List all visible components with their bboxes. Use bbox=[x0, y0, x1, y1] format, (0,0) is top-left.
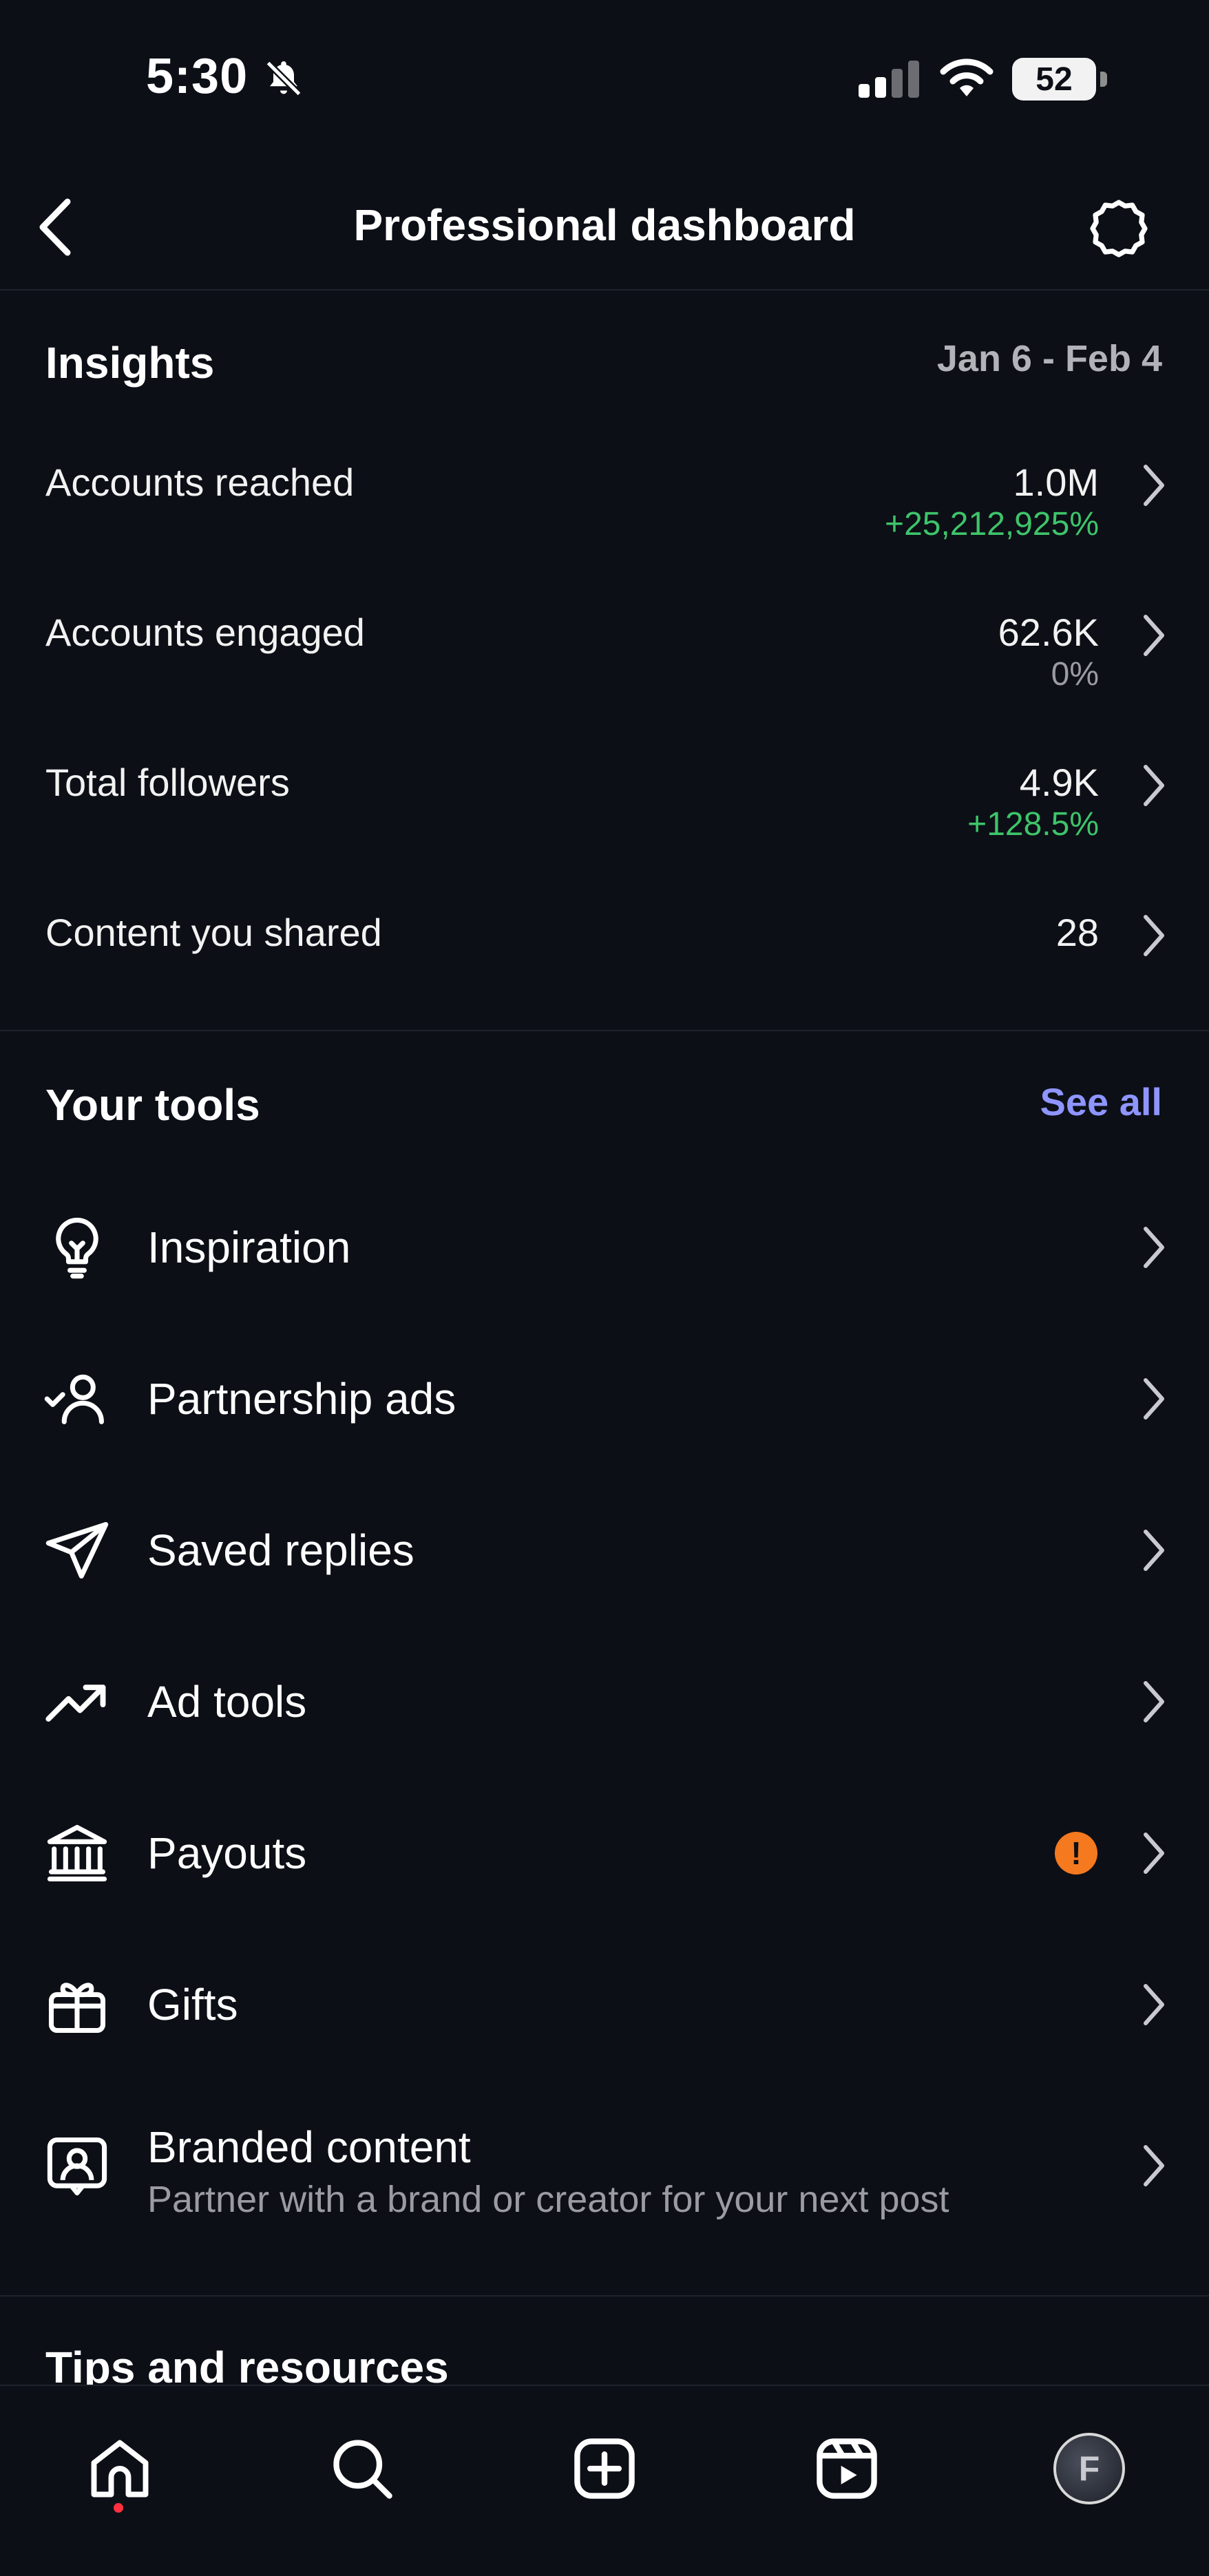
notification-dot bbox=[114, 2503, 123, 2513]
trend-up-icon bbox=[45, 1685, 106, 1722]
tool-partnership-ads[interactable]: Partnership ads bbox=[0, 1323, 1209, 1475]
tool-label: Ad tools bbox=[147, 1677, 307, 1727]
chevron-right-icon bbox=[1144, 2145, 1164, 2186]
search-icon bbox=[333, 2440, 392, 2499]
insight-value: 62.6K bbox=[998, 611, 1099, 654]
battery-level: 52 bbox=[1035, 61, 1073, 98]
chevron-right-icon bbox=[1144, 1833, 1164, 1874]
chevron-right-icon bbox=[1144, 1681, 1164, 1722]
tool-branded-content[interactable]: Branded content Partner with a brand or … bbox=[0, 2090, 1209, 2241]
tools-heading: Your tools bbox=[45, 1080, 260, 1130]
chevron-right-icon bbox=[1144, 465, 1164, 506]
alert-badge: ! bbox=[1055, 1832, 1097, 1875]
chevron-right-icon bbox=[1144, 915, 1164, 956]
create-icon bbox=[574, 2438, 635, 2499]
gift-icon bbox=[48, 1983, 106, 2034]
insight-label: Total followers bbox=[45, 761, 290, 804]
nav-reels[interactable] bbox=[799, 2420, 895, 2517]
chevron-right-icon bbox=[1144, 615, 1164, 656]
insight-label: Accounts reached bbox=[45, 461, 355, 504]
insight-change: +25,212,925% bbox=[885, 506, 1099, 542]
chevron-right-icon bbox=[1144, 1227, 1164, 1268]
nav-profile[interactable]: F bbox=[1041, 2420, 1137, 2517]
insight-row-total-followers[interactable]: Total followers 4.9K +128.5% bbox=[0, 734, 1209, 872]
partnership-icon bbox=[44, 1374, 104, 1424]
tool-gifts[interactable]: Gifts bbox=[0, 1929, 1209, 2080]
tool-saved-replies[interactable]: Saved replies bbox=[0, 1475, 1209, 1626]
insight-change: 0% bbox=[1051, 656, 1099, 693]
tool-label: Gifts bbox=[147, 1980, 238, 2029]
tool-label: Branded content bbox=[147, 2122, 471, 2172]
chevron-right-icon bbox=[1144, 765, 1164, 806]
chevron-right-icon bbox=[1144, 1984, 1164, 2025]
tool-label: Saved replies bbox=[147, 1525, 414, 1575]
bottom-nav: F bbox=[0, 2385, 1209, 2576]
paper-plane-icon bbox=[45, 1521, 109, 1579]
insights-heading: Insights bbox=[45, 338, 215, 388]
nav-home[interactable] bbox=[72, 2420, 168, 2517]
insight-value: 28 bbox=[1055, 911, 1099, 954]
avatar: F bbox=[1053, 2433, 1125, 2504]
tool-label: Inspiration bbox=[147, 1223, 351, 1272]
tool-sublabel: Partner with a brand or creator for your… bbox=[147, 2179, 949, 2220]
status-time: 5:30 bbox=[146, 49, 249, 104]
tool-label: Payouts bbox=[147, 1828, 307, 1878]
wifi-icon bbox=[938, 56, 996, 101]
header-divider bbox=[0, 289, 1209, 291]
bank-icon bbox=[47, 1824, 107, 1882]
reels-icon bbox=[817, 2438, 877, 2499]
insight-row-accounts-engaged[interactable]: Accounts engaged 62.6K 0% bbox=[0, 584, 1209, 721]
chevron-right-icon bbox=[1144, 1530, 1164, 1571]
see-all-link[interactable]: See all bbox=[1040, 1079, 1162, 1124]
insight-label: Content you shared bbox=[45, 911, 382, 954]
home-icon bbox=[91, 2440, 149, 2498]
insight-value: 4.9K bbox=[1019, 761, 1099, 804]
gear-icon bbox=[1090, 200, 1148, 257]
chevron-right-icon bbox=[1144, 1378, 1164, 1419]
battery-indicator: 52 bbox=[1012, 58, 1107, 101]
tool-inspiration[interactable]: Inspiration bbox=[0, 1172, 1209, 1323]
insight-label: Accounts engaged bbox=[45, 611, 365, 654]
insight-change: +128.5% bbox=[967, 806, 1099, 843]
branded-content-icon bbox=[47, 2137, 107, 2196]
nav-search[interactable] bbox=[314, 2420, 410, 2517]
tool-label: Partnership ads bbox=[147, 1374, 456, 1424]
lightbulb-icon bbox=[56, 1217, 98, 1279]
settings-button[interactable] bbox=[1081, 194, 1157, 263]
bell-muted-icon bbox=[263, 58, 304, 99]
insight-row-accounts-reached[interactable]: Accounts reached 1.0M +25,212,925% bbox=[0, 434, 1209, 571]
section-divider bbox=[0, 2295, 1209, 2297]
nav-create[interactable] bbox=[556, 2420, 653, 2517]
tool-payouts[interactable]: Payouts ! bbox=[0, 1777, 1209, 1929]
section-divider bbox=[0, 1030, 1209, 1031]
cellular-signal-icon bbox=[857, 61, 921, 99]
insight-value: 1.0M bbox=[1013, 461, 1100, 504]
page-title: Professional dashboard bbox=[353, 200, 856, 250]
date-range[interactable]: Jan 6 - Feb 4 bbox=[937, 337, 1162, 380]
insight-row-content-shared[interactable]: Content you shared 28 bbox=[0, 884, 1209, 987]
tool-ad-tools[interactable]: Ad tools bbox=[0, 1626, 1209, 1777]
